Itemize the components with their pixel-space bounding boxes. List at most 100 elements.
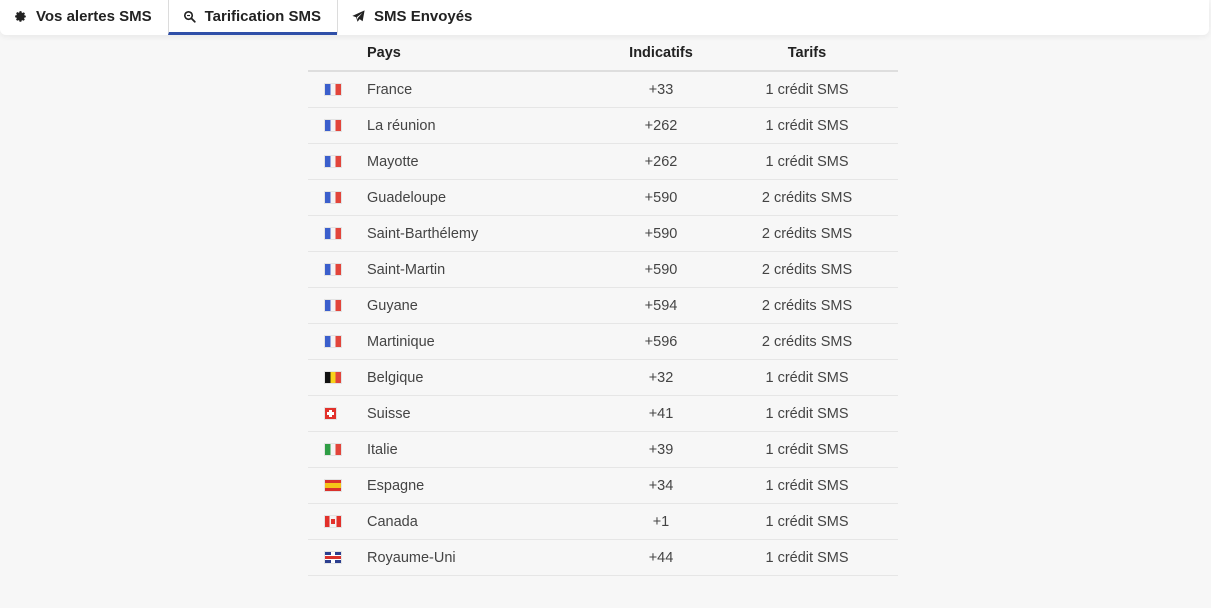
country-name: Martinique (367, 323, 606, 360)
tab-label: SMS Envoyés (374, 7, 473, 25)
country-code: +34 (606, 467, 716, 504)
flag-it-icon (324, 444, 341, 456)
flag-fr-icon (324, 228, 341, 240)
country-code: +1 (606, 503, 716, 540)
flag-cell (308, 467, 367, 504)
gear-icon (14, 10, 27, 23)
sms-rate: 2 crédits SMS (716, 215, 898, 252)
pricing-table: Pays Indicatifs Tarifs France +33 1 crédit… (308, 35, 898, 576)
sms-rate: 2 crédits SMS (716, 287, 898, 324)
sms-rate: 2 crédits SMS (716, 179, 898, 216)
tab-label: Tarification SMS (204, 7, 322, 25)
country-code: +32 (606, 359, 716, 396)
country-code: +39 (606, 431, 716, 468)
sms-rate: 2 crédits SMS (716, 323, 898, 360)
country-code: +590 (606, 215, 716, 252)
country-code: +262 (606, 143, 716, 180)
sms-rate: 1 crédit SMS (716, 107, 898, 144)
table-row: Suisse +41 1 crédit SMS (308, 395, 898, 432)
flag-cell (308, 359, 367, 396)
country-name: Canada (367, 503, 606, 540)
country-code: +590 (606, 179, 716, 216)
search-icon (183, 10, 196, 23)
flag-es-icon (324, 480, 341, 492)
country-name: Guadeloupe (367, 179, 606, 216)
country-code: +594 (606, 287, 716, 324)
flag-cell (308, 215, 367, 252)
flag-cell (308, 251, 367, 288)
country-code: +590 (606, 251, 716, 288)
country-name: Suisse (367, 395, 606, 432)
sms-rate: 1 crédit SMS (716, 71, 898, 108)
country-name: France (367, 71, 606, 108)
table-body: France +33 1 crédit SMS La réunion +262 1 cré… (308, 71, 898, 576)
country-name: Espagne (367, 467, 606, 504)
sms-rate: 1 crédit SMS (716, 467, 898, 504)
country-code: +41 (606, 395, 716, 432)
flag-fr-icon (324, 336, 341, 348)
sms-rate: 1 crédit SMS (716, 395, 898, 432)
column-header-indicatifs: Indicatifs (606, 35, 716, 72)
flag-cell (308, 107, 367, 144)
tab-tarification-sms[interactable]: Tarification SMS (167, 0, 338, 35)
country-name: La réunion (367, 107, 606, 144)
country-code: +33 (606, 71, 716, 108)
country-name: Italie (367, 431, 606, 468)
table-row: La réunion +262 1 crédit SMS (308, 107, 898, 144)
flag-gb-icon (324, 552, 341, 564)
country-code: +44 (606, 539, 716, 576)
country-name: Mayotte (367, 143, 606, 180)
flag-fr-icon (324, 84, 341, 96)
paper-plane-icon (352, 9, 365, 23)
flag-cell (308, 503, 367, 540)
country-name: Saint-Barthélemy (367, 215, 606, 252)
flag-fr-icon (324, 192, 341, 204)
sms-rate: 1 crédit SMS (716, 539, 898, 576)
country-name: Guyane (367, 287, 606, 324)
tab-sms-envoyes[interactable]: SMS Envoyés (337, 0, 488, 35)
flag-ch-icon (324, 408, 336, 420)
tab-label: Vos alertes SMS (36, 7, 152, 25)
tab-vos-alertes-sms[interactable]: Vos alertes SMS (0, 0, 168, 35)
table-row: Royaume-Uni +44 1 crédit SMS (308, 539, 898, 576)
table-row: Canada +1 1 crédit SMS (308, 503, 898, 540)
country-name: Belgique (367, 359, 606, 396)
flag-ca-icon (324, 516, 341, 528)
flag-cell (308, 71, 367, 108)
table-row: Guadeloupe +590 2 crédits SMS (308, 179, 898, 216)
table-row: Italie +39 1 crédit SMS (308, 431, 898, 468)
sms-rate: 1 crédit SMS (716, 143, 898, 180)
flag-fr-icon (324, 264, 341, 276)
flag-fr-icon (324, 300, 341, 312)
sms-rate: 2 crédits SMS (716, 251, 898, 288)
sms-rate: 1 crédit SMS (716, 431, 898, 468)
table-row: Mayotte +262 1 crédit SMS (308, 143, 898, 180)
table-row: Saint-Martin +590 2 crédits SMS (308, 251, 898, 288)
country-name: Saint-Martin (367, 251, 606, 288)
sms-rate: 1 crédit SMS (716, 359, 898, 396)
flag-fr-icon (324, 156, 341, 168)
table-row: Martinique +596 2 crédits SMS (308, 323, 898, 360)
flag-fr-icon (324, 120, 341, 132)
country-code: +596 (606, 323, 716, 360)
flag-cell (308, 431, 367, 468)
column-header-tarifs: Tarifs (716, 35, 898, 72)
flag-cell (308, 179, 367, 216)
flag-cell (308, 287, 367, 324)
flag-cell (308, 143, 367, 180)
table-row: Espagne +34 1 crédit SMS (308, 467, 898, 504)
tab-bar: Vos alertes SMS Tarification SMS SMS Env… (0, 0, 1209, 35)
country-name: Royaume-Uni (367, 539, 606, 576)
flag-cell (308, 539, 367, 576)
country-code: +262 (606, 107, 716, 144)
table-row: Belgique +32 1 crédit SMS (308, 359, 898, 396)
flag-be-icon (324, 372, 341, 384)
column-header-flag (308, 35, 367, 72)
flag-cell (308, 395, 367, 432)
column-header-pays: Pays (367, 35, 606, 72)
flag-cell (308, 323, 367, 360)
sms-rate: 1 crédit SMS (716, 503, 898, 540)
table-row: France +33 1 crédit SMS (308, 71, 898, 108)
table-row: Guyane +594 2 crédits SMS (308, 287, 898, 324)
table-header-row: Pays Indicatifs Tarifs (308, 35, 898, 72)
